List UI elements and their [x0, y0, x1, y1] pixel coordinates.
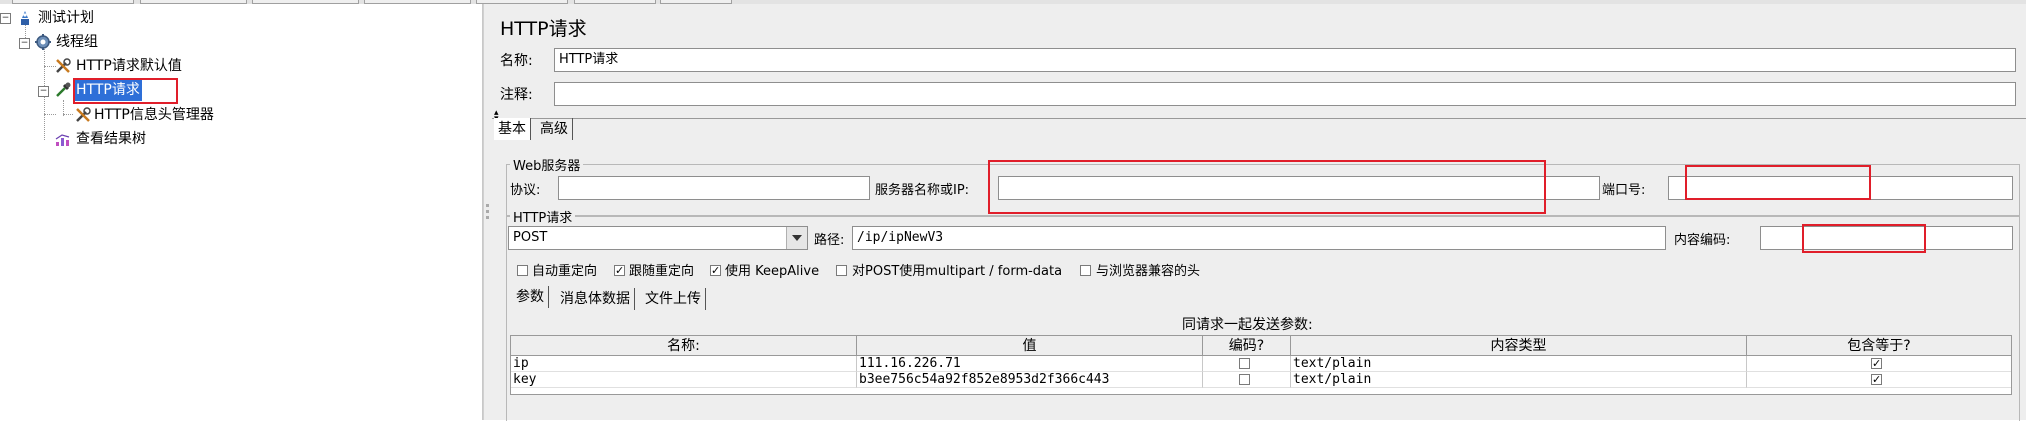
- chart-icon: [55, 134, 70, 146]
- parameters-table: 名称: 值 编码? 内容类型 包含等于? ip 111.16.226.71 te…: [510, 335, 2012, 395]
- collapse-toggle[interactable]: −: [0, 13, 11, 24]
- splitter-grip: [486, 216, 489, 219]
- table-cell-include-equals[interactable]: ✓: [1747, 356, 2011, 372]
- table-cell-content-type[interactable]: text/plain: [1291, 356, 1747, 372]
- follow-redirect-label: 跟随重定向: [629, 264, 695, 279]
- name-field[interactable]: HTTP请求: [554, 48, 2016, 72]
- collapse-toggle[interactable]: −: [19, 38, 30, 49]
- browser-headers-checkbox[interactable]: [1080, 265, 1091, 276]
- table-cell-content-type[interactable]: text/plain: [1291, 372, 1747, 388]
- include-equals-checkbox[interactable]: ✓: [1871, 374, 1882, 385]
- multipart-label: 对POST使用multipart / form-data: [852, 264, 1063, 279]
- server-label: 服务器名称或IP:: [875, 183, 970, 198]
- include-equals-checkbox[interactable]: ✓: [1871, 358, 1882, 369]
- table-cell-name[interactable]: key: [511, 372, 857, 388]
- keepalive-label: 使用 KeepAlive: [725, 264, 820, 279]
- table-cell-include-equals[interactable]: ✓: [1747, 372, 2011, 388]
- tree-item-label: 测试计划: [38, 10, 94, 26]
- column-header-content-type[interactable]: 内容类型: [1291, 336, 1747, 356]
- multipart-checkbox[interactable]: [836, 265, 847, 276]
- keepalive-checkbox[interactable]: ✓: [710, 265, 721, 276]
- path-label: 路径:: [814, 233, 845, 248]
- column-header-include-equals[interactable]: 包含等于?: [1747, 336, 2011, 356]
- auto-redirect-checkbox[interactable]: [517, 265, 528, 276]
- pipette-icon: [56, 82, 71, 97]
- protocol-input[interactable]: [558, 176, 870, 200]
- name-label: 名称:: [500, 53, 533, 69]
- protocol-label: 协议:: [510, 183, 541, 198]
- encoding-label: 内容编码:: [1674, 233, 1731, 248]
- method-select[interactable]: POST: [508, 226, 808, 250]
- splitter-grip: [486, 210, 489, 213]
- wrench-icon: [76, 107, 91, 122]
- auto-redirect-label: 自动重定向: [532, 264, 598, 279]
- tree-item-label: HTTP请求默认值: [76, 58, 182, 74]
- collapse-toggle[interactable]: −: [38, 86, 49, 97]
- tree-item-label: 线程组: [56, 34, 98, 50]
- http-request-group-title: HTTP请求: [510, 207, 576, 226]
- http-request-editor: HTTP请求 名称: HTTP请求 注释: ▴▾ 基本 高级 Web服务器 协议…: [492, 4, 2026, 421]
- path-input[interactable]: /ip/ipNewV3: [852, 226, 1666, 250]
- comment-label: 注释:: [500, 87, 533, 103]
- test-plan-icon: [21, 11, 29, 25]
- column-header-value[interactable]: 值: [857, 336, 1203, 356]
- follow-redirect-checkbox[interactable]: ✓: [614, 265, 625, 276]
- encode-checkbox[interactable]: [1239, 374, 1250, 385]
- table-cell-encode[interactable]: [1203, 372, 1291, 388]
- tab-file-upload[interactable]: 文件上传: [641, 288, 706, 310]
- chevron-down-icon[interactable]: [786, 227, 807, 249]
- wrench-icon: [56, 58, 71, 73]
- tree-item-label: HTTP信息头管理器: [94, 107, 214, 123]
- tree-item-label: 查看结果树: [76, 131, 146, 147]
- tree-connector: [63, 114, 73, 115]
- port-label: 端口号:: [1602, 183, 1646, 198]
- tab-divider: [492, 118, 2026, 119]
- tab-parameters[interactable]: 参数: [512, 286, 549, 308]
- tab-advanced[interactable]: 高级: [536, 118, 573, 140]
- gear-icon: [35, 34, 51, 50]
- tab-basic[interactable]: 基本: [494, 118, 531, 140]
- tab-body-data[interactable]: 消息体数据: [556, 288, 635, 310]
- test-plan-tree: − 测试计划 − 线程组 HTTP请求默认值 − HTTP请求 HTTP信息头管…: [0, 4, 483, 420]
- tree-connector: [44, 114, 56, 115]
- table-cell-value[interactable]: 111.16.226.71: [857, 356, 1203, 372]
- table-cell-value[interactable]: b3ee756c54a92f852e8953d2f366c443: [857, 372, 1203, 388]
- browser-headers-label: 与浏览器兼容的头: [1096, 264, 1201, 279]
- web-server-group-title: Web服务器: [510, 155, 584, 174]
- page-title: HTTP请求: [500, 18, 587, 40]
- encode-checkbox[interactable]: [1239, 358, 1250, 369]
- column-header-encode[interactable]: 编码?: [1203, 336, 1291, 356]
- annotation-highlight: [1685, 165, 1871, 200]
- table-cell-encode[interactable]: [1203, 356, 1291, 372]
- column-header-name[interactable]: 名称:: [511, 336, 857, 356]
- comment-field[interactable]: [554, 82, 2016, 106]
- annotation-highlight: [73, 78, 178, 104]
- splitter-grip: [486, 204, 489, 207]
- method-value: POST: [513, 230, 548, 245]
- annotation-highlight: [988, 160, 1546, 214]
- annotation-highlight: [1802, 224, 1926, 253]
- params-caption: 同请求一起发送参数:: [1182, 317, 1313, 333]
- table-cell-name[interactable]: ip: [511, 356, 857, 372]
